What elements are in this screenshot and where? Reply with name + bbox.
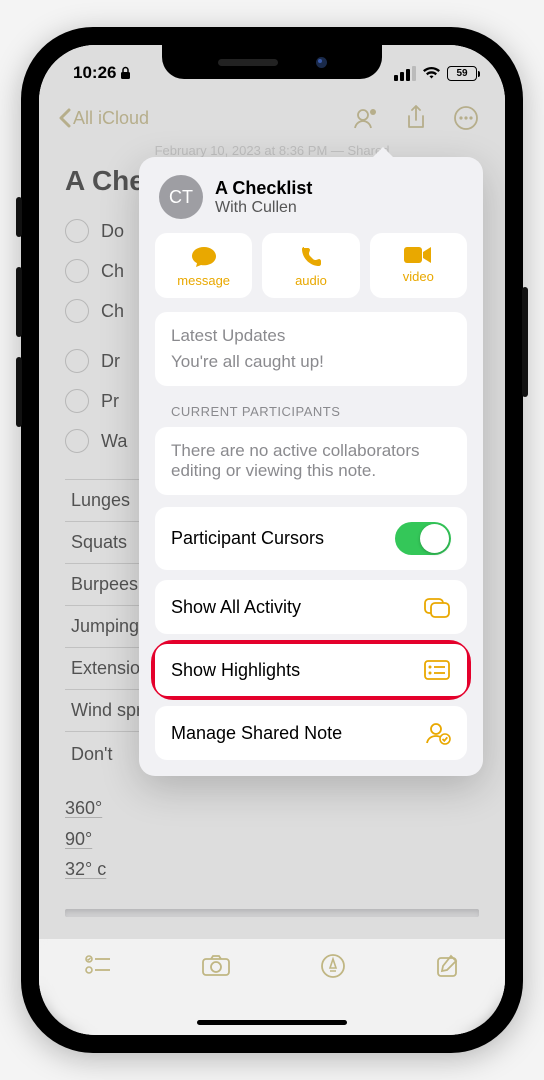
- phone-frame: 10:26 59 All iCloud: [21, 27, 523, 1053]
- participant-cursors-row[interactable]: Participant Cursors: [155, 507, 467, 570]
- collaboration-popover: CT A Checklist With Cullen message audio: [139, 157, 483, 776]
- wifi-icon: [422, 66, 441, 80]
- lock-icon: [120, 66, 131, 80]
- participants-card: There are no active collaborators editin…: [155, 427, 467, 495]
- highlight-annotation: Show Highlights: [151, 640, 471, 700]
- screen: 10:26 59 All iCloud: [39, 45, 505, 1035]
- cursors-toggle[interactable]: [395, 522, 451, 555]
- latest-updates-card: Latest Updates You're all caught up!: [155, 312, 467, 386]
- row-label: Show Highlights: [171, 660, 300, 681]
- participants-body: There are no active collaborators editin…: [171, 441, 451, 481]
- battery-icon: 59: [447, 66, 477, 81]
- status-time: 10:26: [73, 63, 116, 83]
- updates-body: You're all caught up!: [171, 352, 451, 372]
- show-activity-row[interactable]: Show All Activity: [155, 580, 467, 634]
- message-button[interactable]: message: [155, 233, 252, 298]
- home-indicator[interactable]: [197, 1020, 347, 1025]
- show-highlights-row[interactable]: Show Highlights: [155, 644, 467, 696]
- audio-button[interactable]: audio: [262, 233, 359, 298]
- row-label: Participant Cursors: [171, 528, 324, 549]
- cellular-icon: [394, 66, 416, 81]
- popover-subtitle: With Cullen: [215, 199, 312, 217]
- popover-title: A Checklist: [215, 178, 312, 199]
- compose-tool-button[interactable]: [435, 953, 461, 984]
- phone-icon: [299, 245, 323, 269]
- updates-header: Latest Updates: [171, 326, 451, 346]
- video-button[interactable]: video: [370, 233, 467, 298]
- avatar: CT: [159, 175, 203, 219]
- message-icon: [190, 245, 218, 269]
- checklist-tool-button[interactable]: [84, 953, 112, 982]
- row-label: Show All Activity: [171, 597, 301, 618]
- highlights-icon: [423, 659, 451, 681]
- activity-icon: [423, 595, 451, 619]
- markup-tool-button[interactable]: [320, 953, 346, 984]
- manage-shared-row[interactable]: Manage Shared Note: [155, 706, 467, 760]
- camera-tool-button[interactable]: [201, 953, 231, 982]
- manage-icon: [425, 721, 451, 745]
- status-bar: 10:26 59: [39, 45, 505, 93]
- participants-label: CURRENT PARTICIPANTS: [155, 398, 467, 427]
- row-label: Manage Shared Note: [171, 723, 342, 744]
- video-icon: [403, 245, 433, 265]
